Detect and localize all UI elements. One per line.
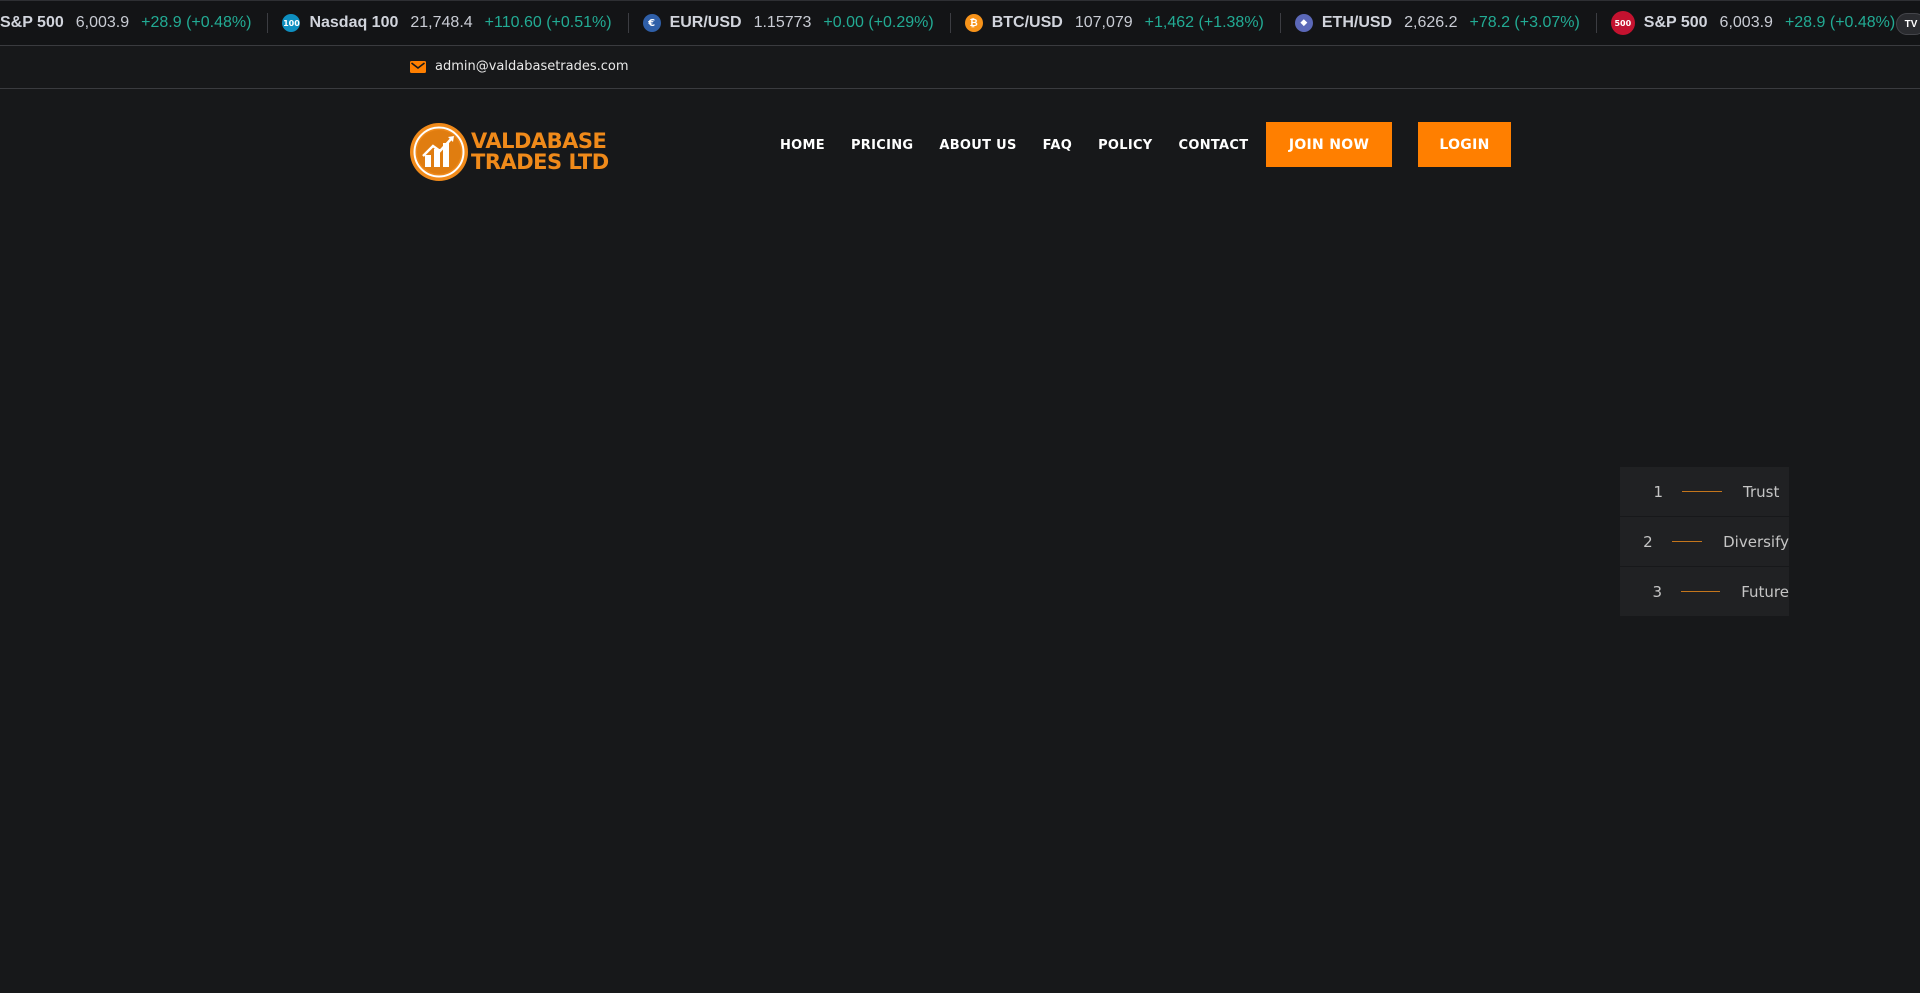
ticker-change: +28.9 (+0.48%): [141, 14, 252, 31]
ticker-change: +78.2 (+3.07%): [1469, 14, 1580, 31]
sp500-icon: 500: [1610, 11, 1635, 35]
pager-number: 1: [1653, 482, 1663, 501]
slider-pager-item-diversify[interactable]: 2 Diversify: [1620, 517, 1789, 566]
pager-label: Diversify: [1723, 532, 1789, 551]
ticker-price: 21,748.4: [410, 14, 473, 31]
top-info-bar: admin@valdabasetrades.com: [0, 46, 1920, 89]
main-nav: HOME PRICING ABOUT US FAQ POLICY CONTACT: [780, 122, 1274, 168]
ticker-symbol: ETH/USD: [1321, 14, 1393, 31]
brand-name-line2: TRADES LTD: [471, 150, 609, 174]
contact-email[interactable]: admin@valdabasetrades.com: [410, 59, 629, 74]
pager-number: 2: [1643, 532, 1653, 551]
euro-flag-icon: €: [642, 14, 661, 32]
slider-pager: 1 Trust 2 Diversify 3 Future: [1620, 467, 1789, 617]
tradingview-logo-icon[interactable]: TV: [1896, 13, 1920, 35]
ticker-symbol: BTC/USD: [991, 14, 1063, 31]
nasdaq-icon: 100: [282, 14, 301, 32]
nav-faq[interactable]: FAQ: [1043, 138, 1072, 153]
nav-contact[interactable]: CONTACT: [1179, 138, 1249, 153]
pager-label: Future: [1741, 582, 1789, 601]
ticker-change: +28.9 (+0.48%): [1784, 14, 1896, 31]
nav-policy[interactable]: POLICY: [1098, 138, 1152, 153]
join-now-button[interactable]: JOIN NOW: [1266, 122, 1392, 167]
slider-pager-item-future[interactable]: 3 Future: [1620, 567, 1789, 616]
ticker-change: +110.60 (+0.51%): [484, 14, 612, 31]
ticker-symbol: EUR/USD: [669, 14, 742, 31]
ticker-item[interactable]: ◆ ETH/USD 2,626.2 +78.2 (+3.07%): [1281, 13, 1597, 33]
ticker-price: 6,003.9: [1719, 14, 1773, 31]
nav-pricing[interactable]: PRICING: [851, 138, 913, 153]
site-logo[interactable]: VALDABASE TRADES LTD: [409, 122, 609, 182]
pager-divider: [1671, 541, 1703, 542]
brand-name-line1: VALDABASE: [471, 129, 607, 153]
slider-pager-item-trust[interactable]: 1 Trust: [1620, 467, 1789, 516]
site-header: VALDABASE TRADES LTD HOME PRICING ABOUT …: [0, 90, 1920, 200]
logo-emblem-icon: [410, 123, 468, 181]
ticker-item[interactable]: S&P 500 6,003.9 +28.9 (+0.48%): [0, 13, 269, 33]
ticker-item[interactable]: ₿ BTC/USD 107,079 +1,462 (+1.38%): [951, 13, 1281, 33]
ticker-symbol: S&P 500: [1643, 14, 1708, 31]
brand-name: VALDABASE TRADES LTD: [471, 131, 609, 173]
ticker-track: S&P 500 6,003.9 +28.9 (+0.48%) 100 Nasda…: [0, 1, 1911, 45]
ticker-item[interactable]: € EUR/USD 1.15773 +0.00 (+0.29%): [629, 13, 951, 33]
pager-number: 3: [1652, 582, 1663, 601]
ticker-price: 107,079: [1074, 14, 1133, 31]
login-button[interactable]: LOGIN: [1418, 122, 1511, 167]
pager-label: Trust: [1743, 482, 1780, 501]
bitcoin-icon: ₿: [964, 14, 983, 32]
nav-about-us[interactable]: ABOUT US: [939, 138, 1016, 153]
ticker-item[interactable]: 100 Nasdaq 100 21,748.4 +110.60 (+0.51%): [268, 13, 629, 33]
ticker-tape: S&P 500 6,003.9 +28.9 (+0.48%) 100 Nasda…: [0, 0, 1920, 46]
ticker-item[interactable]: 500 S&P 500 6,003.9 +28.9 (+0.48%): [1597, 11, 1911, 35]
ticker-price: 6,003.9: [75, 14, 130, 31]
envelope-icon: [410, 60, 426, 73]
ethereum-icon: ◆: [1294, 14, 1313, 32]
ticker-price: 2,626.2: [1404, 14, 1458, 31]
ticker-change: +0.00 (+0.29%): [823, 14, 934, 31]
ticker-symbol: S&P 500: [0, 14, 64, 31]
pager-divider: [1681, 591, 1721, 592]
ticker-price: 1.15773: [753, 14, 812, 31]
ticker-symbol: Nasdaq 100: [309, 14, 399, 31]
pager-divider: [1682, 491, 1722, 492]
nav-home[interactable]: HOME: [780, 138, 825, 153]
ticker-change: +1,462 (+1.38%): [1144, 14, 1264, 31]
contact-email-text: admin@valdabasetrades.com: [435, 59, 629, 74]
